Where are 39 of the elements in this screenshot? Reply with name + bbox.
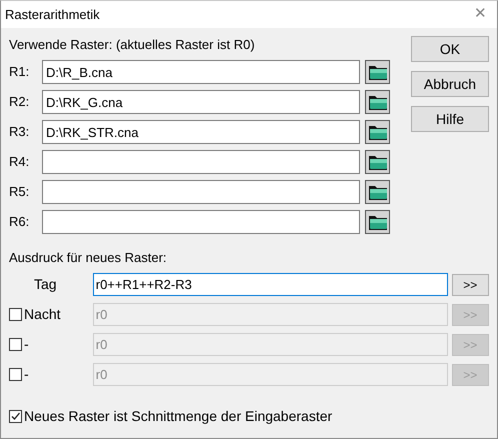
checkbox-label: - [24,365,29,384]
expand-button[interactable]: >> [452,274,489,296]
expression-field[interactable]: r0++R1++R2-R3 [92,273,448,296]
field-label: R6: [9,213,30,232]
input-field[interactable]: D:\RK_G.cna [42,90,360,114]
dialog-button[interactable]: Hilfe [411,106,489,132]
folder-button[interactable] [365,150,390,174]
checkbox-label: Neues Raster ist Schnittmenge der Eingaberaster [24,407,332,426]
folder-icon [368,123,388,141]
section-label: Verwende Raster: (aktuelles Raster ist R0) [9,36,256,54]
window-title: Rasterarithmetik [5,6,100,24]
folder-icon [368,183,388,201]
input-field[interactable] [42,210,360,234]
folder-button[interactable] [365,60,390,84]
checkbox[interactable] [9,410,22,423]
input-field[interactable] [42,180,360,204]
input-field[interactable] [42,150,360,174]
folder-icon [368,213,388,231]
folder-button[interactable] [365,210,390,234]
field-label: R2: [9,93,30,112]
close-button[interactable]: ✕ [474,3,487,26]
dialog-button[interactable]: Abbruch [411,71,489,97]
field-label: R5: [9,183,30,202]
checkbox-label: - [24,335,29,354]
folder-button[interactable] [365,90,390,114]
input-field[interactable]: D:\RK_STR.cna [42,120,360,144]
folder-button[interactable] [365,180,390,204]
dialog-button[interactable]: OK [411,36,489,62]
checkbox-label: Nacht [24,305,61,324]
section-label: Ausdruck für neues Raster: [9,249,168,267]
input-field[interactable]: D:\R_B.cna [42,60,360,84]
field-label: Tag [34,275,57,294]
folder-icon [368,93,388,111]
folder-icon [368,153,388,171]
folder-button[interactable] [365,120,390,144]
field-label: R3: [9,123,30,142]
field-label: R1: [9,63,30,82]
folder-icon [368,63,388,81]
field-label: R4: [9,153,30,172]
